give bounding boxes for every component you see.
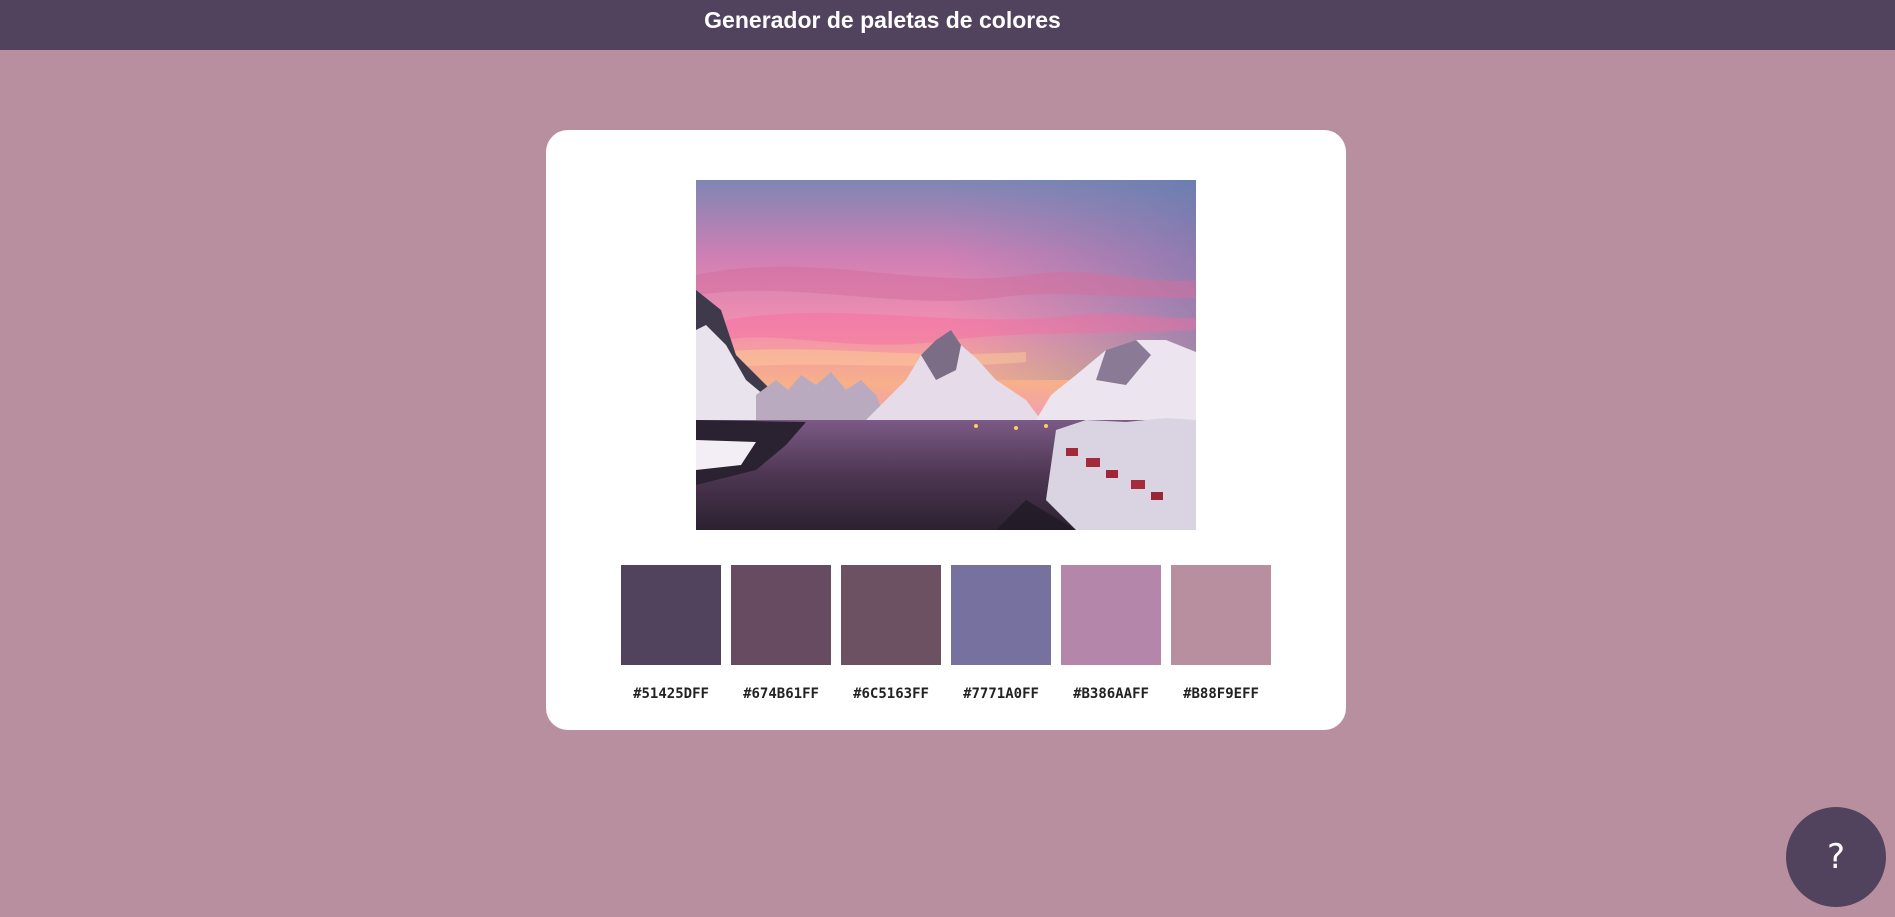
color-chip[interactable] (1061, 565, 1161, 665)
color-chip[interactable] (951, 565, 1051, 665)
color-hex-label: #B386AAFF (1073, 686, 1149, 702)
palette-swatch: #B88F9EFF (1171, 565, 1271, 702)
color-chip[interactable] (841, 565, 941, 665)
palette-swatch: #674B61FF (731, 565, 831, 702)
palette-swatch: #6C5163FF (841, 565, 941, 702)
help-button[interactable]: ? (1786, 807, 1886, 907)
palette-swatch: #7771A0FF (951, 565, 1051, 702)
color-hex-label: #7771A0FF (963, 686, 1039, 702)
palette-card: #51425DFF #674B61FF #6C5163FF #7771A0FF … (546, 130, 1346, 730)
color-hex-label: #51425DFF (633, 686, 709, 702)
app-header: Generador de paletas de colores (0, 0, 1895, 50)
palette-swatch: #51425DFF (621, 565, 721, 702)
color-palette: #51425DFF #674B61FF #6C5163FF #7771A0FF … (621, 565, 1281, 705)
app-title: Generador de paletas de colores (704, 7, 1061, 33)
color-chip[interactable] (731, 565, 831, 665)
color-chip[interactable] (1171, 565, 1271, 665)
color-hex-label: #B88F9EFF (1183, 686, 1259, 702)
palette-swatch: #B386AAFF (1061, 565, 1161, 702)
color-hex-label: #6C5163FF (853, 686, 929, 702)
color-chip[interactable] (621, 565, 721, 665)
color-hex-label: #674B61FF (743, 686, 819, 702)
uploaded-photo (696, 180, 1196, 530)
